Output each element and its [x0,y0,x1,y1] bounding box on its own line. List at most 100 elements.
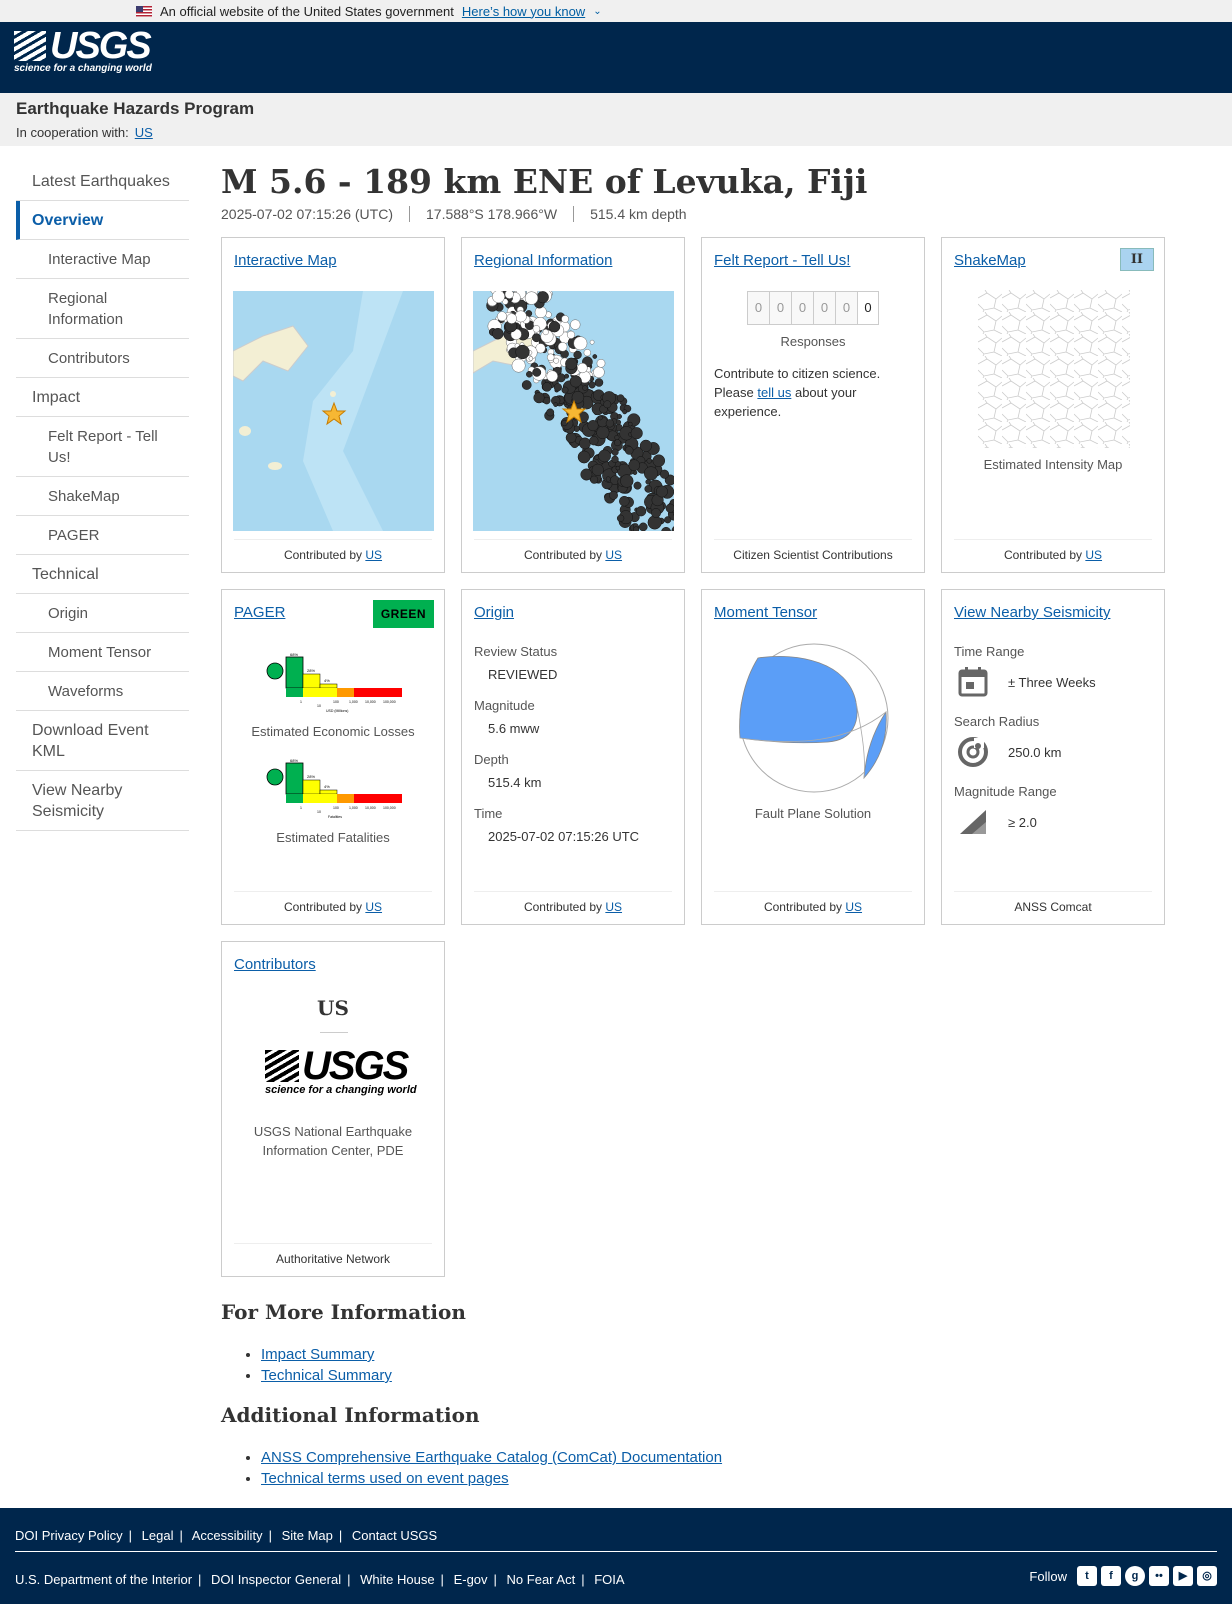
card-nearby-seismicity[interactable]: View Nearby Seismicity Time Range ± Thre… [941,589,1165,925]
sidebar-item-pager[interactable]: PAGER [16,516,189,555]
flickr-icon[interactable]: •• [1149,1566,1169,1586]
sidebar-item-technical[interactable]: Technical [16,555,189,594]
seismicity-dot [587,420,599,432]
search-radius-label: Search Radius [954,714,1040,729]
seismicity-dot [655,485,668,498]
card-title-contributors[interactable]: Contributors [234,956,316,973]
coop-link[interactable]: US [135,125,153,140]
sidebar-item-origin[interactable]: Origin [16,594,189,633]
page-title: M 5.6 - 189 km ENE of Levuka, Fiji [221,162,868,201]
sidebar-item-impact[interactable]: Impact [16,378,189,417]
footer-link[interactable]: FOIA [594,1572,624,1587]
card-title-nearby-seismicity[interactable]: View Nearby Seismicity [954,604,1110,621]
footer-link[interactable]: E-gov [454,1572,488,1587]
seismicity-dot [532,333,541,343]
seismicity-dot [514,310,527,323]
card-title-shakemap[interactable]: ShakeMap [954,252,1026,269]
card-title-origin[interactable]: Origin [474,604,514,621]
sidebar-item-contributors[interactable]: Contributors [16,339,189,378]
card-footer: ANSS Comcat [954,891,1152,914]
footer-link[interactable]: Legal [142,1528,174,1543]
impact-summary-link[interactable]: Impact Summary [261,1346,374,1363]
site-header: USGS science for a changing world [0,22,1232,93]
card-title-felt-report[interactable]: Felt Report - Tell Us! [714,252,850,269]
card-footer: Contributed by US [474,891,672,914]
tell-us-link[interactable]: tell us [757,385,791,400]
sidebar-item-moment-tensor[interactable]: Moment Tensor [16,633,189,672]
card-title-moment-tensor[interactable]: Moment Tensor [714,604,817,621]
sidebar-item-regional-information[interactable]: Regional Information [16,279,189,339]
logo-tagline: science for a changing world [265,1084,417,1096]
seismicity-dot [546,408,555,417]
footer-link[interactable]: DOI Inspector General [211,1572,341,1587]
card-interactive-map[interactable]: Interactive Map Contributed by US [221,237,445,573]
seismicity-dot [582,385,588,391]
comcat-docs-link[interactable]: ANSS Comprehensive Earthquake Catalog (C… [261,1449,722,1466]
seismicity-dot [528,356,534,361]
kv-value: 5.6 mww [488,721,540,736]
sidebar-item-shakemap[interactable]: ShakeMap [16,477,189,516]
interactive-map-thumbnail[interactable] [233,291,434,531]
sidebar-item-overview[interactable]: Overview [16,201,189,240]
contributor-link[interactable]: US [365,548,382,562]
instagram-icon[interactable]: ◎ [1197,1566,1217,1586]
time-range-label: Time Range [954,644,1025,659]
card-shakemap[interactable]: ShakeMap II Estimated Intensity Map Cont… [941,237,1165,573]
seismicity-dot [553,383,562,392]
seismicity-dot [557,342,568,352]
contributor-link[interactable]: US [845,900,862,914]
gov-banner-text: An official website of the United States… [160,3,454,19]
card-title-regional-information[interactable]: Regional Information [474,252,612,269]
regional-map-thumbnail[interactable] [473,291,674,531]
twitter-icon[interactable]: t [1077,1566,1097,1586]
search-radius-value: 250.0 km [1008,744,1062,760]
footer-link[interactable]: No Fear Act [507,1572,576,1587]
sidebar-item-felt-report[interactable]: Felt Report - Tell Us! [16,417,189,477]
card-contributors[interactable]: Contributors US USGS science for a chang… [221,941,445,1277]
footer-link[interactable]: Accessibility [192,1528,263,1543]
sidebar-item-interactive-map[interactable]: Interactive Map [16,240,189,279]
footer-link[interactable]: White House [360,1572,434,1587]
seismicity-dot [644,485,653,493]
program-title[interactable]: Earthquake Hazards Program [16,99,1216,119]
footer-link[interactable]: Contact USGS [352,1528,437,1543]
usgs-logo[interactable]: USGS science for a changing world [14,27,152,74]
seismicity-dot [651,508,661,518]
cooperation-line: In cooperation with: US [16,125,1216,140]
seismicity-dot [515,344,530,360]
footer-links-row2: U.S. Department of the Interior | DOI Ins… [15,1572,625,1587]
contributor-link[interactable]: US [605,900,622,914]
card-title-interactive-map[interactable]: Interactive Map [234,252,337,269]
footer-link[interactable]: Site Map [282,1528,333,1543]
facebook-icon[interactable]: f [1101,1566,1121,1586]
footer-link[interactable]: DOI Privacy Policy [15,1528,123,1543]
card-moment-tensor[interactable]: Moment Tensor Fault Plane Solution Contr… [701,589,925,925]
seismicity-dot [536,291,549,304]
card-title-pager[interactable]: PAGER [234,604,285,621]
seismicity-dot [533,392,545,404]
technical-terms-link[interactable]: Technical terms used on event pages [261,1470,509,1487]
card-regional-information[interactable]: Regional Information Contributed by US [461,237,685,573]
github-icon[interactable]: g [1125,1566,1145,1586]
sidebar-item-nearby-seismicity[interactable]: View Nearby Seismicity [16,771,189,831]
beachball-diagram[interactable] [738,642,890,794]
technical-summary-link[interactable]: Technical Summary [261,1367,392,1384]
how-you-know-link[interactable]: Here’s how you know [462,4,585,19]
card-pager[interactable]: PAGER GREEN 68% 28% 4% 1 10 100 1,000 10… [221,589,445,925]
seismicity-dot [542,329,549,336]
contributor-link[interactable]: US [1085,548,1102,562]
card-felt-report[interactable]: Felt Report - Tell Us! 0 0 0 0 0 0 Respo… [701,237,925,573]
contributor-link[interactable]: US [365,900,382,914]
sidebar-item-download-kml[interactable]: Download Event KML [16,711,189,771]
youtube-icon[interactable]: ▶ [1173,1566,1193,1586]
chevron-down-icon[interactable]: ⌄ [593,6,601,17]
sidebar-item-waveforms[interactable]: Waveforms [16,672,189,711]
footer-link[interactable]: U.S. Department of the Interior [15,1572,192,1587]
seismicity-dot [633,481,642,490]
hist-tick: 100 [333,806,339,810]
sidebar-item-latest-earthquakes[interactable]: Latest Earthquakes [16,162,189,201]
card-origin[interactable]: Origin Review Status REVIEWED Magnitude 5.… [461,589,685,925]
shakemap-thumbnail[interactable] [978,290,1130,448]
contributor-code: US [317,996,349,1020]
contributor-link[interactable]: US [605,548,622,562]
